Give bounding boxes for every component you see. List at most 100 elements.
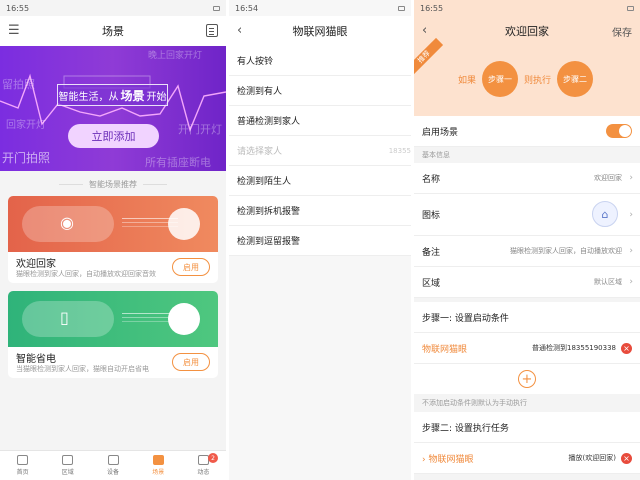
battery-icon	[627, 5, 634, 11]
chevron-right-icon: ›	[629, 173, 633, 183]
tab-scenes[interactable]: 场景	[136, 451, 181, 480]
list-item[interactable]: 普通检测到家人	[229, 106, 411, 136]
status-time: 16:54	[235, 3, 259, 13]
save-button[interactable]: 保存	[612, 24, 632, 39]
status-time: 16:55	[6, 3, 30, 13]
back-icon[interactable]: ‹	[237, 23, 242, 38]
add-now-button[interactable]: 立即添加	[68, 124, 159, 148]
then-label: 则执行	[524, 75, 552, 86]
chevron-right-icon: ›	[629, 209, 633, 220]
add-icon[interactable]: +	[518, 370, 536, 388]
status-icons	[213, 5, 220, 11]
icon-row[interactable]: 图标 ⌂ ›	[414, 194, 640, 236]
nav-bar: ‹ 物联网猫眼	[229, 16, 411, 46]
back-icon[interactable]: ‹	[422, 23, 427, 38]
hero-slogan: 智能生活，从 场景 开始	[57, 84, 168, 106]
no-condition-note: 不添加启动条件则默认为手动执行	[422, 399, 527, 407]
step-two-circle: 步骤二	[557, 61, 594, 97]
card-name: 智能省电	[16, 354, 56, 365]
step-one-title: 步骤一: 设置启动条件	[414, 302, 640, 333]
list-item[interactable]: 检测到逗留报警	[229, 226, 411, 256]
screenshot-collage: 16:55 ☰ 场景 留拍照 晚上回家开灯 回家开灯 开门开灯 开门拍照 所有插…	[0, 0, 640, 480]
location-icon	[62, 455, 74, 465]
note-value: 猫眼检测到家人回家，自动播放欢迎	[510, 247, 622, 255]
condition-device: 物联网猫眼	[422, 344, 468, 355]
enable-button[interactable]: 启用	[172, 353, 210, 371]
hero-bg-word: 晚上回家开灯	[148, 51, 203, 61]
scenes-screen: 16:55 ☰ 场景 留拍照 晚上回家开灯 回家开灯 开门开灯 开门拍照 所有插…	[0, 0, 226, 480]
hero-bg-word: 留拍照	[2, 78, 35, 91]
face-scan-icon: ◉	[60, 213, 74, 232]
enable-scene-label: 启用场景	[422, 127, 459, 138]
hero-bg-word: 开门开灯	[178, 123, 222, 136]
scene-card-save-power[interactable]: ▯ 智能省电 当猫眼检测到家人回家，猫眼自动开启省电 启用	[8, 291, 218, 378]
list-item[interactable]: 有人按铃	[229, 46, 411, 76]
list-item[interactable]: 检测到有人	[229, 76, 411, 106]
card-name: 欢迎回家	[16, 259, 56, 270]
phone-fragment: 18355	[388, 146, 411, 155]
area-value: 默认区域	[594, 278, 622, 286]
card-desc: 当猫眼检测到家人回家，猫眼自动开启省电	[16, 365, 149, 373]
note-label: 备注	[422, 247, 441, 258]
page-title: 欢迎回家	[505, 25, 549, 38]
tab-devices[interactable]: 设备	[90, 451, 135, 480]
tab-area[interactable]: 区域	[45, 451, 90, 480]
if-then-banner: 推荐 如果 步骤一 则执行 步骤二	[414, 37, 640, 116]
delete-icon[interactable]: ×	[621, 452, 632, 464]
enable-scene-toggle[interactable]	[606, 124, 632, 138]
card-image: ◉	[8, 196, 218, 252]
family-select-row[interactable]: 请选择家人 18355	[229, 136, 411, 166]
hero-bg-word: 回家开灯	[6, 120, 46, 131]
battery-charge-icon	[168, 303, 200, 335]
if-label: 如果	[458, 75, 477, 86]
family-select-placeholder: 请选择家人	[237, 147, 283, 157]
hero-banner: 留拍照 晚上回家开灯 回家开灯 开门开灯 开门拍照 所有插座断电 智能生活，从场…	[0, 46, 226, 171]
name-label: 名称	[422, 174, 441, 185]
step-one-circle: 步骤一	[482, 61, 519, 97]
tab-label: 动态	[197, 469, 210, 476]
area-label: 区域	[422, 278, 441, 289]
door-lock-icon: ▯	[60, 308, 69, 327]
status-time: 16:55	[420, 3, 444, 13]
notification-badge: 2	[208, 453, 219, 463]
task-device-label: 物联网猫眼	[428, 454, 474, 465]
tab-label: 区域	[61, 469, 74, 476]
hero-bg-word: 开门拍照	[2, 151, 51, 165]
tab-label: 场景	[152, 469, 165, 476]
note-row[interactable]: 备注 猫眼检测到家人回家，自动播放欢迎 ›	[414, 236, 640, 267]
status-icons	[398, 5, 405, 11]
nav-bar: ☰ 场景	[0, 16, 226, 46]
condition-value: 普通检测到18355190338	[532, 344, 616, 352]
card-desc: 猫眼检测到家人回家，自动播放欢迎回家音效	[16, 270, 156, 278]
slogan-pre: 智能生活，从	[58, 91, 119, 103]
enable-button[interactable]: 启用	[172, 258, 210, 276]
menu-icon[interactable]: ☰	[8, 23, 20, 38]
camera-icon	[168, 208, 200, 240]
task-value: 播放(欢迎回家)	[568, 454, 616, 462]
task-row[interactable]: › 物联网猫眼 播放(欢迎回家) ×	[414, 443, 640, 474]
list-item[interactable]: 检测到拆机报警	[229, 196, 411, 226]
condition-row[interactable]: 物联网猫眼 普通检测到18355190338 ×	[414, 333, 640, 364]
add-condition-row: +	[414, 364, 640, 394]
status-bar: 16:55	[414, 0, 640, 16]
trigger-list: 有人按铃 检测到有人 普通检测到家人 请选择家人 18355 检测到陌生人 检测…	[229, 46, 411, 256]
list-item[interactable]: 检测到陌生人	[229, 166, 411, 196]
chevron-right-icon: ›	[629, 246, 633, 256]
trigger-select-screen: 16:54 ‹ 物联网猫眼 有人按铃 检测到有人 普通检测到家人 请选择家人 1…	[229, 0, 411, 480]
battery-icon	[398, 5, 405, 11]
scene-card-welcome[interactable]: ◉ 欢迎回家 猫眼检测到家人回家，自动播放欢迎回家音效 启用	[8, 196, 218, 283]
hero-bg-word: 所有插座断电	[145, 156, 211, 169]
page-title: 物联网猫眼	[292, 25, 348, 38]
scene-icon	[152, 455, 164, 465]
nav-bar: ‹ 欢迎回家 保存	[414, 16, 640, 46]
tab-home[interactable]: 首页	[0, 451, 45, 480]
delete-icon[interactable]: ×	[621, 342, 632, 354]
name-row[interactable]: 名称 欢迎回家 ›	[414, 163, 640, 194]
area-row[interactable]: 区域 默认区域 ›	[414, 267, 640, 298]
list-icon[interactable]	[206, 24, 218, 37]
status-bar: 16:55	[0, 0, 226, 16]
tab-activity[interactable]: 动态 2	[181, 451, 226, 480]
house-icon: ⌂	[592, 201, 618, 227]
home-icon	[17, 455, 29, 465]
slogan-strong: 场景	[120, 88, 145, 103]
